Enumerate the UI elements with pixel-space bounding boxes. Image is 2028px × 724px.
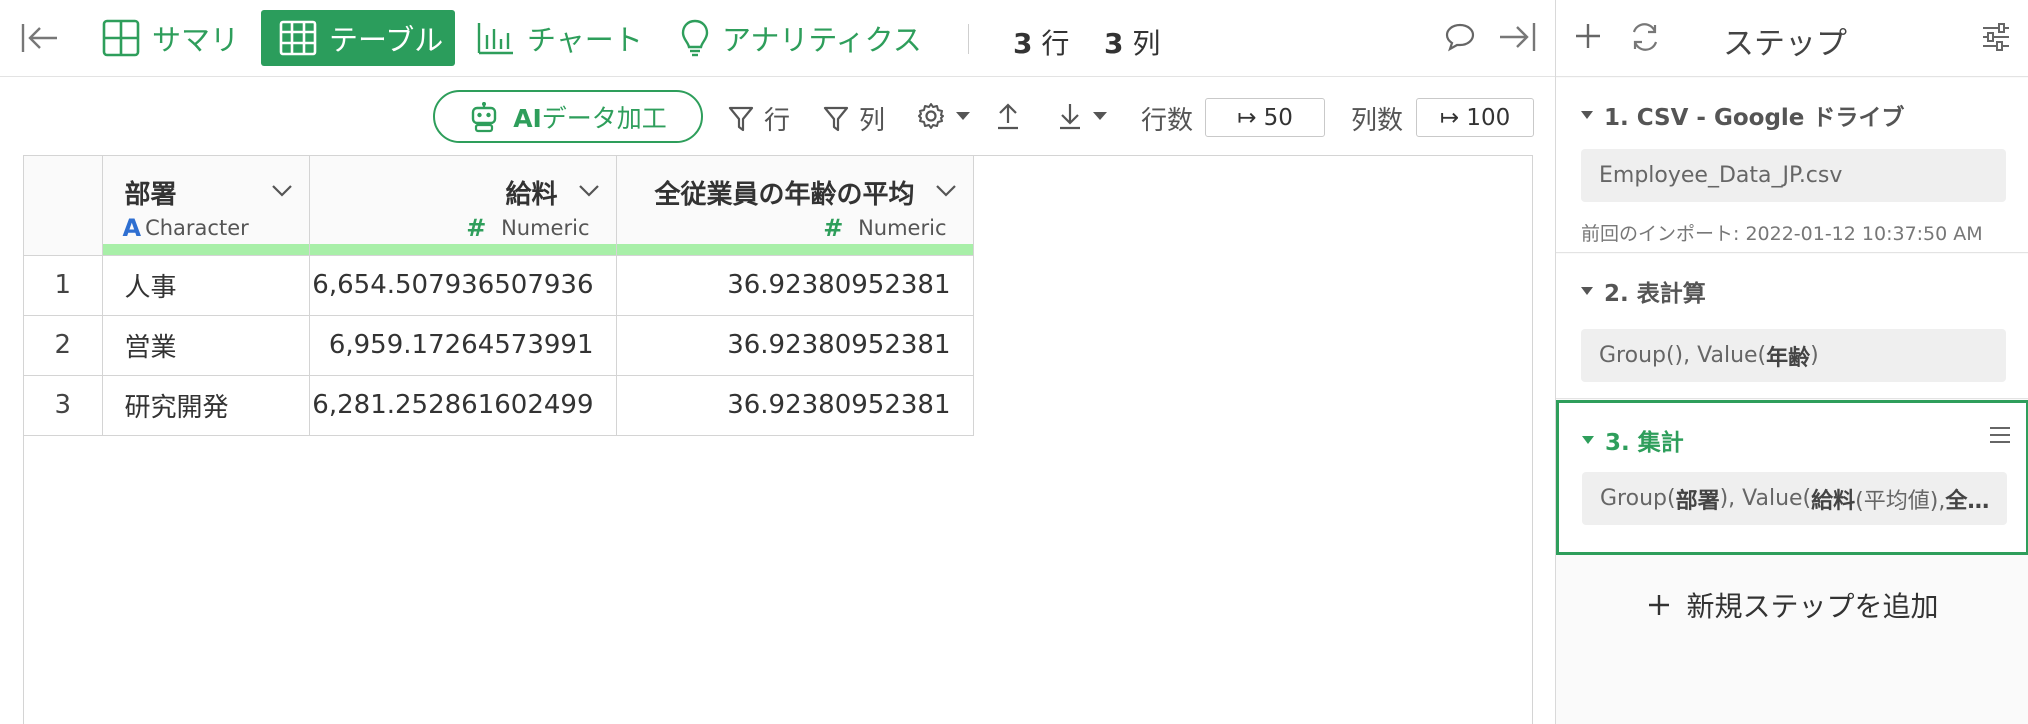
table-cell[interactable]: 36.92380952381 [615, 254, 974, 316]
step-title[interactable]: 1. CSV - Google ドライブ [1580, 98, 1904, 132]
sub-toolbar: AI データ加工 行 列 行数 ↦ 50 列数 ↦ 100 [0, 78, 1555, 156]
tab-summary-label: サマリ [152, 23, 240, 57]
table-row: 3 研究開発 6,281.252861602499 36.92380952381 [24, 374, 974, 436]
step-csv-import[interactable]: 1. CSV - Google ドライブ Employee_Data_JP.cs… [1556, 78, 2028, 253]
table-cell[interactable]: 36.92380952381 [615, 374, 974, 436]
plus-icon[interactable] [1572, 20, 1604, 52]
table-icon [279, 20, 317, 56]
download-icon [1060, 104, 1080, 130]
column-name: 給料 [505, 180, 558, 210]
settings-dropdown[interactable] [917, 102, 971, 130]
chevron-down-icon[interactable] [935, 184, 957, 198]
step-aggregate[interactable]: 3. 集計 Group(部署), Value(給料 (平均値), 全… [1556, 400, 2028, 555]
top-toolbar: サマリ テーブル チャート アナリティクス 3 行 3 列 [0, 0, 1555, 77]
add-step-button[interactable]: 新規ステップを追加 [1556, 585, 2028, 625]
index-header [24, 156, 103, 256]
step-table-calc[interactable]: 2. 表計算 Group(), Value(年齢) [1556, 254, 2028, 399]
row-count: 3 行 [1013, 27, 1070, 60]
filter-icon [823, 106, 849, 131]
add-step-label: 新規ステップを追加 [1686, 590, 1939, 623]
table-cell[interactable]: 人事 [101, 254, 310, 316]
tab-chart[interactable]: チャート [477, 10, 643, 66]
download-dropdown[interactable] [1058, 102, 1108, 130]
row-index: 3 [24, 374, 103, 436]
filter-rows-button[interactable]: 行 [728, 100, 790, 137]
tab-summary[interactable]: サマリ [102, 10, 239, 66]
row-index: 1 [24, 254, 103, 316]
table-row: 2 営業 6,959.17264573991 36.92380952381 [24, 314, 974, 376]
steps-panel-header: ステップ [1556, 0, 2028, 77]
step-body[interactable]: Employee_Data_JP.csv [1581, 149, 2006, 202]
table-cell[interactable]: 36.92380952381 [615, 314, 974, 376]
caret-down-icon[interactable] [1580, 286, 1594, 296]
grid-icon [102, 19, 140, 57]
numeric-type-icon: # [823, 214, 844, 242]
chevron-down-icon[interactable] [271, 184, 293, 198]
column-header-department[interactable]: 部署 A Character [101, 156, 310, 256]
rows-limit-label: 行数 [1141, 106, 1194, 136]
caret-down-icon [1093, 112, 1107, 120]
column-quality-bar [102, 243, 309, 255]
last-import-timestamp: 前回のインポート: 2022-01-12 10:37:50 AM [1581, 223, 1983, 245]
columns-limit-input[interactable]: ↦ 100 [1416, 98, 1534, 137]
rows-limit-input[interactable]: ↦ 50 [1205, 98, 1325, 137]
column-name: 部署 [124, 180, 177, 210]
step-title[interactable]: 3. 集計 [1581, 423, 1684, 457]
robot-icon [471, 101, 497, 132]
gear-icon [918, 103, 944, 129]
chevron-down-icon[interactable] [578, 184, 600, 198]
column-name: 全従業員の年齢の平均 [654, 180, 915, 210]
sliders-icon[interactable] [1981, 22, 2011, 52]
column-quality-bar [616, 243, 973, 255]
step-body[interactable]: Group(), Value(年齢) [1581, 329, 2006, 382]
steps-panel-title: ステップ [1723, 26, 1847, 62]
column-count: 3 列 [1104, 27, 1161, 60]
data-table: 部署 A Character 給料 # Numeric 全従業員の年齢の平均 # … [24, 156, 974, 436]
ai-label-bold: AI [513, 103, 542, 133]
tab-analytics-label: アナリティクス [722, 23, 922, 57]
lightbulb-icon [681, 19, 709, 57]
row-index: 2 [24, 314, 103, 376]
caret-down-icon [956, 112, 970, 120]
upload-icon [998, 103, 1018, 130]
steps-panel: ステップ 1. CSV - Google ドライブ Employee_Data_… [1555, 0, 2028, 724]
column-type: # Numeric [823, 214, 947, 242]
collapse-left-icon[interactable] [20, 10, 60, 66]
filter-icon [728, 106, 754, 131]
table-cell[interactable]: 研究開発 [101, 374, 310, 436]
filter-columns-button[interactable]: 列 [823, 100, 885, 137]
tab-table[interactable]: テーブル [261, 10, 455, 66]
hamburger-menu-icon[interactable] [1988, 425, 2012, 445]
bar-chart-icon [477, 23, 513, 55]
data-table-area: 部署 A Character 給料 # Numeric 全従業員の年齢の平均 # … [23, 155, 1533, 724]
table-cell[interactable]: 6,281.252861602499 [308, 374, 617, 436]
tab-analytics[interactable]: アナリティクス [680, 10, 922, 66]
numeric-type-icon: # [466, 214, 487, 242]
caret-down-icon[interactable] [1581, 435, 1595, 445]
step-title[interactable]: 2. 表計算 [1580, 274, 1706, 308]
table-row: 1 人事 6,654.507936507936 36.92380952381 [24, 254, 974, 316]
character-type-icon: A [122, 214, 142, 242]
plus-icon [1649, 595, 1670, 615]
table-cell[interactable]: 営業 [101, 314, 310, 376]
collapse-right-icon[interactable] [1497, 20, 1537, 58]
columns-limit-label: 列数 [1351, 106, 1404, 136]
ai-label: データ加工 [541, 103, 667, 133]
ai-data-wrangling-button[interactable]: AI データ加工 [433, 90, 703, 143]
caret-down-icon[interactable] [1580, 110, 1594, 120]
column-type: # Numeric [466, 214, 590, 242]
column-header-avg-age[interactable]: 全従業員の年齢の平均 # Numeric [615, 156, 974, 256]
table-cell[interactable]: 6,959.17264573991 [308, 314, 617, 376]
upload-button[interactable] [996, 102, 1020, 130]
refresh-icon[interactable] [1628, 20, 1662, 54]
table-cell[interactable]: 6,654.507936507936 [308, 254, 617, 316]
column-type: A Character [122, 214, 249, 242]
toolbar-divider [968, 24, 969, 54]
tab-chart-label: チャート [527, 23, 643, 57]
tab-table-label: テーブル [329, 23, 444, 57]
step-body[interactable]: Group(部署), Value(給料 (平均値), 全… [1582, 472, 2007, 525]
column-header-salary[interactable]: 給料 # Numeric [308, 156, 617, 256]
column-quality-bar [309, 243, 616, 255]
comment-icon[interactable] [1444, 22, 1476, 56]
